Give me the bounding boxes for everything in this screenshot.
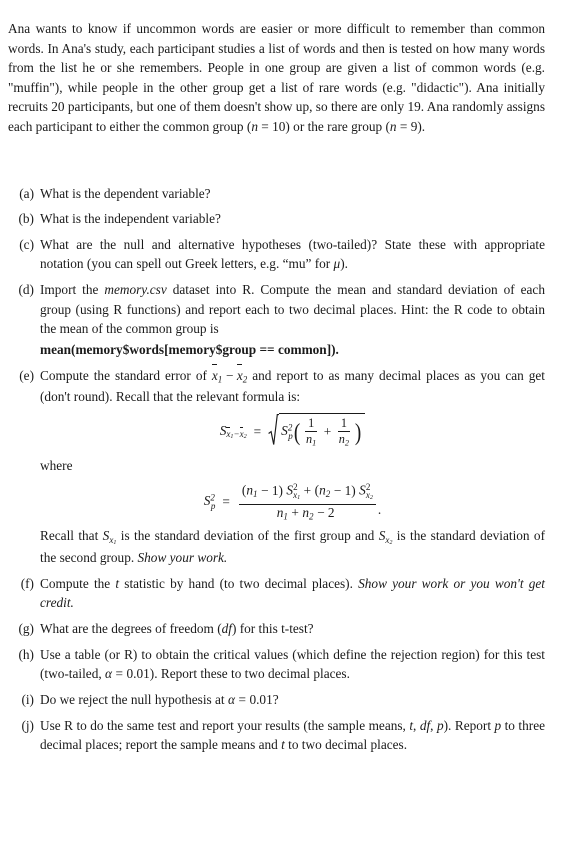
item-text-i-2: ? bbox=[272, 692, 279, 708]
symbol-alpha-i: α bbox=[227, 692, 235, 708]
question-item-e: (e) Compute the standard error of x1− x2 … bbox=[8, 364, 546, 568]
intro-paragraph: Ana wants to know if uncommon words are … bbox=[8, 19, 545, 136]
right-paren: ) bbox=[354, 418, 362, 446]
left-paren: ( bbox=[293, 418, 301, 446]
item-text-e-1: Compute the standard error of bbox=[40, 367, 212, 383]
item-text-j-4: to two decimal places. bbox=[284, 737, 408, 753]
square-root-icon: S2p ( 1 n1 + 1 n2 ) bbox=[268, 413, 366, 450]
intro-text-part-1: Ana wants to know if uncommon words are … bbox=[8, 21, 545, 134]
item-text-h-2: ). Report these to two decimal places. bbox=[149, 666, 350, 682]
item-label-h: (h) bbox=[18, 646, 34, 662]
intro-text-part-2: = 10) or the rare group ( bbox=[257, 118, 390, 134]
fraction-one-over-n1: 1 n1 bbox=[305, 415, 318, 448]
intro-symbol-n-common: n bbox=[251, 118, 258, 134]
item-text-c-before: What are the null and alternative hypoth… bbox=[40, 236, 545, 272]
item-label-g: (g) bbox=[18, 621, 34, 637]
item-e-closing-text: Recall that Sx1 is the standard deviatio… bbox=[40, 528, 546, 565]
question-item-h: (h) Use a table (or R) to obtain the cri… bbox=[8, 645, 545, 684]
item-label-c: (c) bbox=[19, 236, 34, 252]
question-item-j: (j) Use R to do the same test and report… bbox=[8, 716, 545, 755]
item-label-a: (a) bbox=[19, 186, 34, 201]
pooled-variance-fraction: (n1− 1) S2x1+ (n2− 1) S2x2 n1 + n2− 2 bbox=[238, 482, 376, 522]
item-label-f: (f) bbox=[20, 575, 34, 591]
fraction-one-over-n2: 1 n2 bbox=[337, 415, 350, 448]
r-code-snippet: mean(memory$words[memory$group == common… bbox=[40, 341, 339, 357]
question-item-c: (c) What are the null and alternative hy… bbox=[8, 235, 545, 274]
symbol-df-j: df bbox=[419, 717, 431, 733]
item-text-b: What is the independent variable? bbox=[40, 211, 221, 227]
equals-sign-i: = bbox=[238, 692, 246, 708]
item-label-d: (d) bbox=[18, 282, 34, 298]
item-label-i: (i) bbox=[21, 692, 34, 708]
plus-operator: + bbox=[323, 424, 332, 440]
equation-standard-error: Sx1−x2 = S2p ( 1 n1 + 1 n2) bbox=[40, 413, 545, 450]
item-text-a: What is the dependent variable? bbox=[40, 186, 211, 201]
item-text-c-after: ). bbox=[340, 256, 348, 272]
symbol-alpha-h: α bbox=[105, 666, 112, 682]
item-text-g-2: ) for this t-test? bbox=[231, 621, 314, 637]
question-item-b: (b) What is the independent variable? bbox=[8, 209, 545, 228]
item-text-f-2: statistic by hand (to two decimal places… bbox=[119, 575, 359, 591]
symbol-s-x1: Sx1 bbox=[102, 528, 117, 546]
intro-text-part-3: = 9). bbox=[396, 118, 426, 134]
intro-symbol-n-rare: n bbox=[389, 118, 397, 134]
symbol-df: df bbox=[221, 621, 232, 637]
equation-sp-lhs: S2p bbox=[203, 492, 216, 511]
pooled-denominator: n1 + n2− 2 bbox=[276, 504, 335, 522]
comma-2: , bbox=[430, 717, 437, 733]
item-label-b: (b) bbox=[18, 211, 34, 227]
question-item-a: (a) What is the dependent variable? bbox=[8, 184, 545, 203]
item-text-d-1: Import the bbox=[40, 282, 105, 298]
equation-sp-equals: = bbox=[222, 494, 230, 509]
question-item-f: (f) Compute the t statistic by hand (to … bbox=[8, 574, 545, 613]
item-text-j-2: ). Report bbox=[443, 717, 495, 733]
equation-pooled-variance: S2p = (n1− 1) S2x1+ (n2− 1) S2x2 n1 + n2− 2 . bbox=[40, 482, 545, 521]
equals-sign-h: = bbox=[115, 666, 123, 682]
item-text-j-1: Use R to do the same test and report you… bbox=[40, 717, 410, 733]
item-text-f-1: Compute the bbox=[40, 575, 116, 591]
dataset-name: memory.csv bbox=[104, 282, 167, 298]
equation-se-lhs: Sx1−x2 bbox=[219, 422, 247, 441]
pooled-numerator: (n1− 1) S2x1+ (n2− 1) S2x2 bbox=[238, 482, 376, 505]
symbol-s-x2: Sx2 bbox=[378, 528, 393, 546]
item-label-j: (j) bbox=[21, 717, 34, 733]
symbol-p-j: p bbox=[436, 717, 444, 733]
question-item-d: (d) Import the memory.csv dataset into R… bbox=[8, 280, 545, 359]
question-item-g: (g) What are the degrees of freedom (df)… bbox=[8, 619, 545, 638]
alpha-value-i: 0.01 bbox=[249, 692, 273, 708]
document-page: Ana wants to know if uncommon words are … bbox=[0, 0, 585, 842]
where-label: where bbox=[40, 457, 73, 473]
item-text-g-1: What are the degrees of freedom ( bbox=[40, 621, 222, 637]
item-text-i-1: Do we reject the null hypothesis at bbox=[40, 692, 228, 708]
item-e-emphasis: Show your work. bbox=[137, 549, 228, 565]
item-label-e: (e) bbox=[19, 367, 34, 383]
alpha-value-h: 0.01 bbox=[126, 666, 150, 682]
inline-xbar-difference: x1− x2 bbox=[211, 364, 248, 385]
question-list: (a) What is the dependent variable? (b) … bbox=[8, 184, 553, 761]
question-item-i: (i) Do we reject the null hypothesis at … bbox=[8, 690, 545, 709]
pooled-variance-symbol: S2p bbox=[281, 422, 293, 441]
equation-trailing-period: . bbox=[377, 501, 382, 517]
equation-se-equals: = bbox=[253, 423, 262, 439]
comma-1: , bbox=[413, 717, 420, 733]
